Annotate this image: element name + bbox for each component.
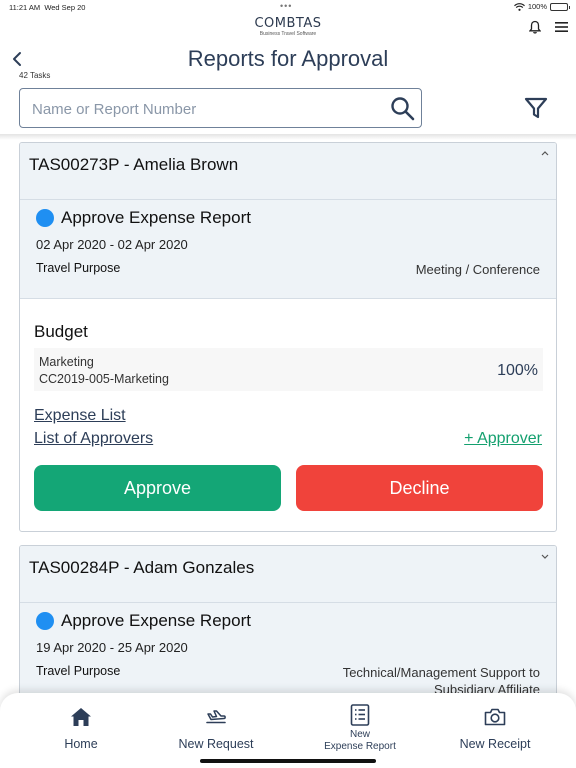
- report-card: TAS00284P - Adam Gonzales Approve Expens…: [19, 545, 557, 705]
- status-time-date: 11:21 AM Wed Sep 20: [9, 3, 85, 12]
- tab-label: New Expense Report: [288, 729, 432, 753]
- decline-button[interactable]: Decline: [296, 465, 543, 511]
- budget-percent: 100%: [497, 362, 538, 379]
- budget-name: Marketing CC2019-005-Marketing: [39, 354, 169, 388]
- battery-percent: 100%: [527, 2, 547, 11]
- status-dot-icon: [36, 209, 54, 227]
- budget-title: Budget: [34, 322, 88, 341]
- status-dot-icon: [36, 612, 54, 630]
- tab-new-expense-report[interactable]: New Expense Report: [288, 693, 432, 755]
- budget-row: Marketing CC2019-005-Marketing 100%: [34, 348, 543, 391]
- budget-code: CC2019-005-Marketing: [39, 372, 169, 386]
- tab-label: Home: [64, 737, 98, 751]
- tab-new-request[interactable]: New Request: [144, 693, 288, 755]
- chevron-down-icon[interactable]: [540, 552, 550, 560]
- report-date-range: 19 Apr 2020 - 25 Apr 2020: [36, 640, 188, 655]
- battery-icon: [550, 2, 570, 11]
- report-date-range: 02 Apr 2020 - 02 Apr 2020: [36, 237, 188, 252]
- page-title: Reports for Approval: [187, 46, 389, 71]
- travel-purpose-value: Meeting / Conference: [415, 262, 540, 277]
- report-status: Approve Expense Report: [61, 208, 251, 227]
- report-card-header[interactable]: TAS00273P - Amelia Brown: [20, 143, 556, 200]
- wifi-icon: [513, 2, 525, 11]
- logo-wordmark: COMBTAS: [254, 16, 322, 31]
- report-info: Approve Expense Report 02 Apr 2020 - 02 …: [20, 200, 556, 299]
- tab-label: New Request: [178, 737, 254, 751]
- airplane-icon: [206, 710, 226, 724]
- multitasking-dots-icon[interactable]: •••: [280, 1, 292, 11]
- chevron-up-icon[interactable]: [540, 149, 550, 157]
- home-icon: [71, 708, 91, 726]
- approvers-list-link[interactable]: List of Approvers: [34, 430, 153, 448]
- add-approver-link[interactable]: + Approver: [464, 430, 542, 448]
- bell-icon[interactable]: [529, 20, 541, 34]
- logo-tagline: Business Travel Software: [259, 31, 317, 37]
- search-input[interactable]: [32, 98, 382, 120]
- menu-icon[interactable]: [555, 22, 568, 32]
- search-box: [19, 88, 422, 128]
- tab-new-receipt[interactable]: New Receipt: [423, 693, 567, 755]
- report-card-header[interactable]: TAS00284P - Adam Gonzales: [20, 546, 556, 603]
- home-indicator[interactable]: [200, 759, 376, 763]
- task-count: 42 Tasks: [19, 71, 51, 80]
- report-card: TAS00273P - Amelia Brown Approve Expense…: [19, 142, 557, 532]
- tab-label-line: Expense Report: [324, 741, 396, 752]
- camera-icon: [484, 708, 506, 726]
- app-logo: COMBTAS Business Travel Software: [248, 16, 328, 37]
- travel-purpose-label: Travel Purpose: [36, 261, 121, 275]
- travel-purpose-label: Travel Purpose: [36, 664, 121, 678]
- report-status: Approve Expense Report: [61, 611, 251, 630]
- travel-purpose-line: Technical/Management Support to: [342, 665, 540, 680]
- expense-list-link[interactable]: Expense List: [34, 407, 126, 425]
- filter-icon[interactable]: [524, 96, 548, 120]
- header-divider: [0, 134, 576, 140]
- tab-label: New Receipt: [459, 737, 531, 751]
- report-title: TAS00273P - Amelia Brown: [29, 155, 239, 174]
- status-indicators: 100%: [513, 2, 570, 11]
- budget-department: Marketing: [39, 355, 94, 369]
- report-info: Approve Expense Report 19 Apr 2020 - 25 …: [20, 603, 556, 704]
- status-date: Wed Sep 20: [44, 3, 86, 12]
- bottom-tab-bar: Home New Request New Expense Report New …: [0, 693, 576, 768]
- document-list-icon: [350, 704, 370, 726]
- tab-home[interactable]: Home: [9, 693, 153, 755]
- tab-label-line: New: [349, 729, 370, 740]
- status-bar: 11:21 AM Wed Sep 20 ••• 100%: [0, 0, 576, 14]
- status-time: 11:21 AM: [9, 3, 41, 12]
- report-title: TAS00284P - Adam Gonzales: [29, 558, 255, 577]
- search-icon[interactable]: [389, 95, 417, 123]
- approve-button[interactable]: Approve: [34, 465, 281, 511]
